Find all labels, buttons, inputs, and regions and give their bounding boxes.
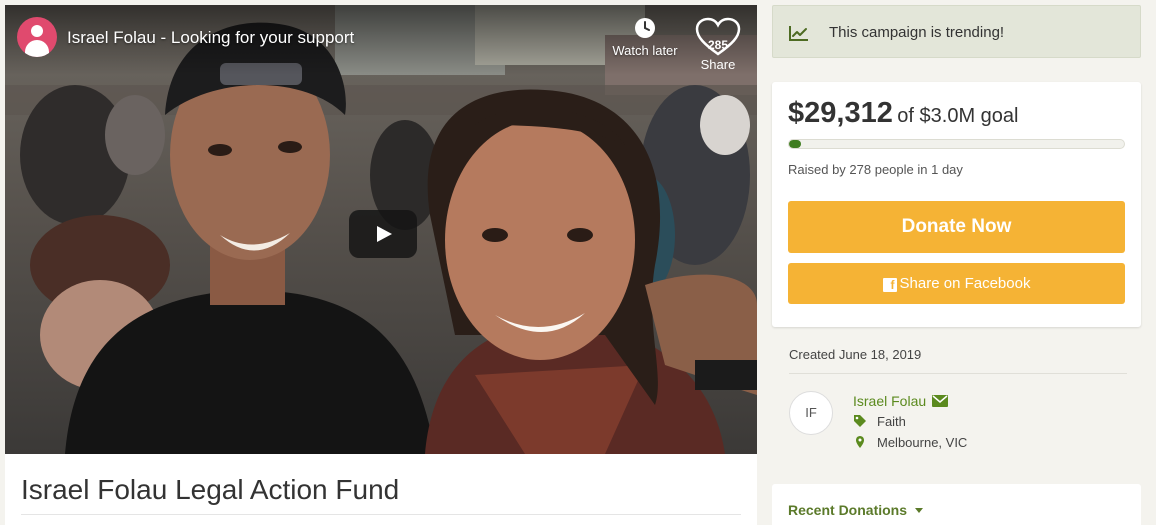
campaign-title-card: Israel Folau Legal Action Fund <box>5 454 757 525</box>
caret-down-icon <box>915 508 924 513</box>
play-button[interactable] <box>349 210 417 258</box>
campaign-title: Israel Folau Legal Action Fund <box>21 474 400 505</box>
divider <box>21 514 741 515</box>
category-row[interactable]: Faith <box>853 414 906 429</box>
location-label: Melbourne, VIC <box>877 435 968 450</box>
created-date: Created June 18, 2019 <box>789 347 922 362</box>
share-button[interactable]: 285 Share <box>693 17 743 72</box>
facebook-icon: f <box>882 278 897 292</box>
goal-text: of $3.0M goal <box>897 105 1019 127</box>
raised-by-text: Raised by 278 people in 1 day <box>788 162 963 177</box>
divider <box>789 373 1127 374</box>
donate-now-button[interactable]: Donate Now <box>788 201 1125 253</box>
map-pin-icon <box>856 436 864 448</box>
donation-card: $29,312 of $3.0M goal Raised by 278 peop… <box>772 82 1141 327</box>
video-player[interactable]: Israel Folau - Looking for your support … <box>5 5 757 454</box>
organizer-avatar[interactable]: IF <box>789 391 833 435</box>
amount-line: $29,312 of $3.0M goal <box>788 97 1018 130</box>
share-count: 285 <box>707 38 729 52</box>
organizer-name-link[interactable]: Israel Folau <box>853 393 949 409</box>
recent-donations-toggle[interactable]: Recent Donations <box>788 502 924 518</box>
recent-donations-label: Recent Donations <box>788 502 908 518</box>
recent-donations-card: Recent Donations <box>772 484 1141 525</box>
organizer-name: Israel Folau <box>853 393 927 409</box>
share-facebook-label: Share on Facebook <box>899 275 1031 292</box>
location-row: Melbourne, VIC <box>853 435 967 450</box>
progress-bar <box>788 139 1125 149</box>
trending-chart-icon <box>789 26 808 41</box>
clock-icon <box>635 18 655 38</box>
amount-raised: $29,312 <box>788 97 893 129</box>
trending-banner: This campaign is trending! <box>772 5 1141 58</box>
tag-icon <box>854 415 866 427</box>
share-facebook-button[interactable]: f Share on Facebook <box>788 263 1125 304</box>
channel-avatar[interactable] <box>17 17 57 57</box>
watch-later-button[interactable]: Watch later <box>605 17 685 58</box>
envelope-icon[interactable] <box>932 395 949 407</box>
trending-text: This campaign is trending! <box>829 24 1005 41</box>
watch-later-label: Watch later <box>612 43 678 58</box>
category-label: Faith <box>877 414 906 429</box>
play-icon <box>377 226 392 242</box>
progress-fill <box>789 140 801 148</box>
share-label: Share <box>700 57 736 72</box>
video-title[interactable]: Israel Folau - Looking for your support <box>67 28 354 48</box>
